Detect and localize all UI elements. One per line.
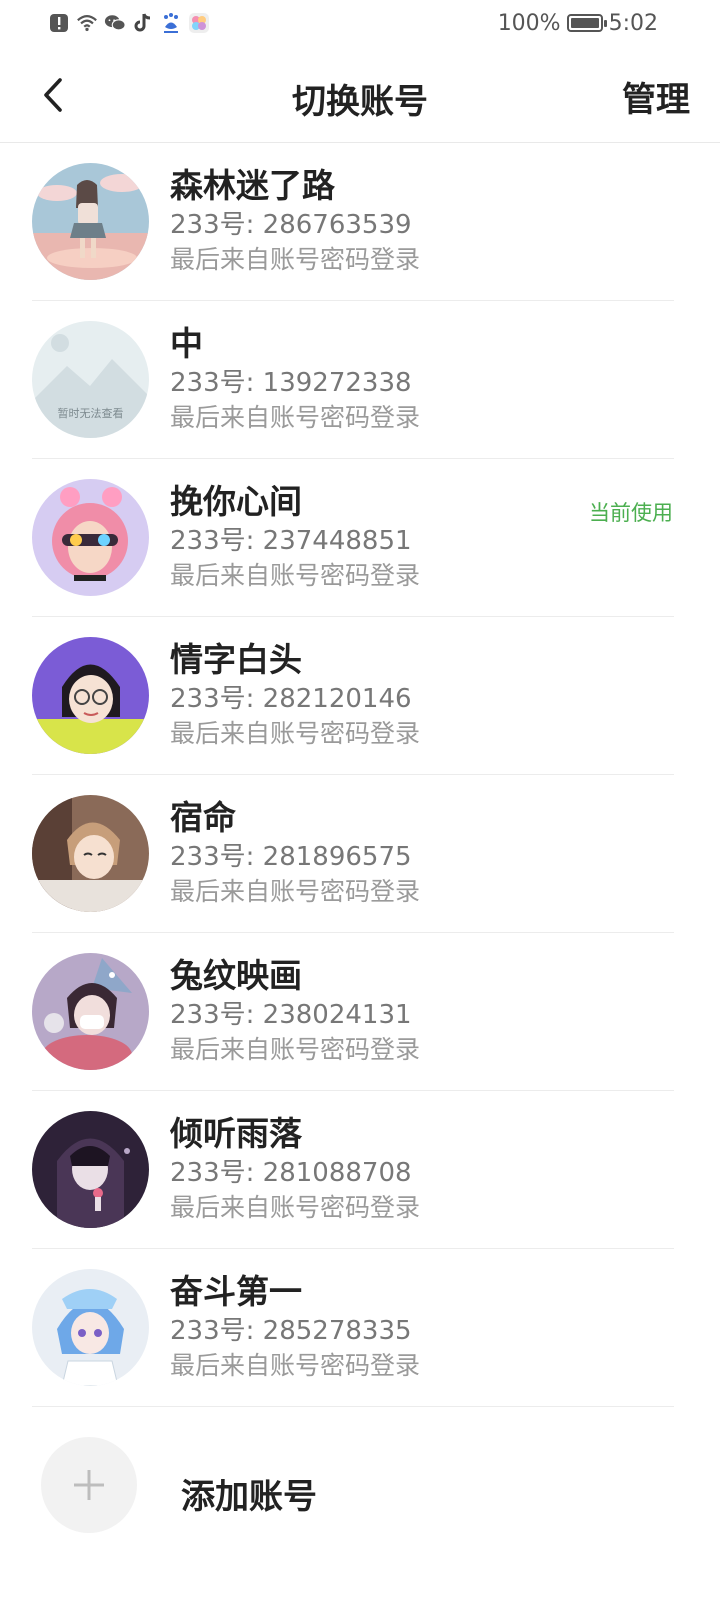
- gallery-icon: [188, 12, 210, 34]
- account-item[interactable]: 兔纹映画 233号: 238024131 最后来自账号密码登录: [0, 933, 720, 1091]
- account-uid: 233号: 238024131: [170, 1000, 412, 1030]
- app-header: 切换账号 管理: [0, 48, 720, 143]
- avatar-placeholder-text: 暂时无法查看: [57, 407, 124, 420]
- account-item[interactable]: 倾听雨落 233号: 281088708 最后来自账号密码登录: [0, 1091, 720, 1249]
- current-account-badge: 当前使用: [589, 501, 673, 525]
- status-right: 100% 5:02: [498, 8, 658, 38]
- battery-icon: [566, 14, 607, 32]
- account-uid: 233号: 282120146: [170, 684, 412, 714]
- account-info: 兔纹映画 233号: 238024131 最后来自账号密码登录: [170, 955, 420, 1067]
- account-name: 宿命: [170, 798, 236, 837]
- account-item[interactable]: 情字白头 233号: 282120146 最后来自账号密码登录: [0, 617, 720, 775]
- account-list: 森林迷了路 233号: 286763539 最后来自账号密码登录 暂时无法查看 …: [0, 143, 720, 1407]
- account-login-method: 最后来自账号密码登录: [170, 403, 421, 432]
- account-info: 中 233号: 139272338 最后来自账号密码登录: [170, 323, 420, 435]
- account-item[interactable]: 宿命 233号: 281896575 最后来自账号密码登录: [0, 775, 720, 933]
- avatar: [32, 953, 149, 1070]
- account-login-method: 最后来自账号密码登录: [170, 719, 421, 748]
- account-login-method: 最后来自账号密码登录: [170, 1193, 421, 1222]
- status-icons: [48, 10, 210, 36]
- baidu-icon: [160, 12, 182, 34]
- account-name: 兔纹映画: [170, 956, 302, 995]
- account-info: 森林迷了路 233号: 286763539 最后来自账号密码登录: [170, 165, 420, 277]
- account-info: 情字白头 233号: 282120146 最后来自账号密码登录: [170, 639, 420, 751]
- status-bar: 100% 5:02: [0, 0, 720, 48]
- manage-button[interactable]: 管理: [622, 72, 690, 121]
- account-item[interactable]: 森林迷了路 233号: 286763539 最后来自账号密码登录: [0, 143, 720, 301]
- alert-icon: [48, 12, 70, 34]
- account-item[interactable]: 奋斗第一 233号: 285278335 最后来自账号密码登录: [0, 1249, 720, 1407]
- avatar: [32, 795, 149, 912]
- account-login-method: 最后来自账号密码登录: [170, 245, 421, 274]
- avatar: [32, 1269, 149, 1386]
- avatar: [32, 1111, 149, 1228]
- wifi-icon: [76, 12, 98, 34]
- avatar: [32, 637, 149, 754]
- add-account-button[interactable]: 添加账号: [0, 1405, 720, 1565]
- account-uid: 233号: 281088708: [170, 1158, 412, 1188]
- account-login-method: 最后来自账号密码登录: [170, 1035, 421, 1064]
- account-info: 奋斗第一 233号: 285278335 最后来自账号密码登录: [170, 1271, 420, 1383]
- account-login-method: 最后来自账号密码登录: [170, 877, 421, 906]
- account-info: 倾听雨落 233号: 281088708 最后来自账号密码登录: [170, 1113, 420, 1225]
- account-info: 挽你心间 233号: 237448851 最后来自账号密码登录: [170, 481, 420, 593]
- account-item[interactable]: 挽你心间 233号: 237448851 最后来自账号密码登录 当前使用: [0, 459, 720, 617]
- account-name: 森林迷了路: [170, 166, 335, 205]
- avatar: [32, 479, 149, 596]
- account-uid: 233号: 281896575: [170, 842, 412, 872]
- battery-percent: 100%: [497, 10, 561, 36]
- tiktok-icon: [132, 12, 154, 34]
- plus-icon: [74, 1470, 104, 1500]
- add-account-label: 添加账号: [181, 1477, 317, 1517]
- account-name: 倾听雨落: [170, 1114, 302, 1153]
- account-info: 宿命 233号: 281896575 最后来自账号密码登录: [170, 797, 420, 909]
- account-name: 中: [170, 324, 203, 363]
- account-name: 挽你心间: [170, 482, 302, 521]
- account-uid: 233号: 286763539: [170, 210, 412, 240]
- account-name: 奋斗第一: [170, 1272, 302, 1311]
- account-login-method: 最后来自账号密码登录: [170, 1351, 421, 1380]
- account-uid: 233号: 139272338: [170, 368, 412, 398]
- avatar-placeholder: 暂时无法查看: [32, 321, 149, 438]
- clock: 5:02: [608, 10, 658, 36]
- wechat-icon: [104, 12, 126, 34]
- avatar: [32, 163, 149, 280]
- account-login-method: 最后来自账号密码登录: [170, 561, 421, 590]
- account-uid: 233号: 237448851: [170, 526, 412, 556]
- account-uid: 233号: 285278335: [170, 1316, 412, 1346]
- account-item[interactable]: 暂时无法查看 中 233号: 139272338 最后来自账号密码登录: [0, 301, 720, 459]
- account-name: 情字白头: [170, 640, 302, 679]
- add-account-circle: [41, 1437, 137, 1533]
- page-title: 切换账号: [292, 82, 428, 122]
